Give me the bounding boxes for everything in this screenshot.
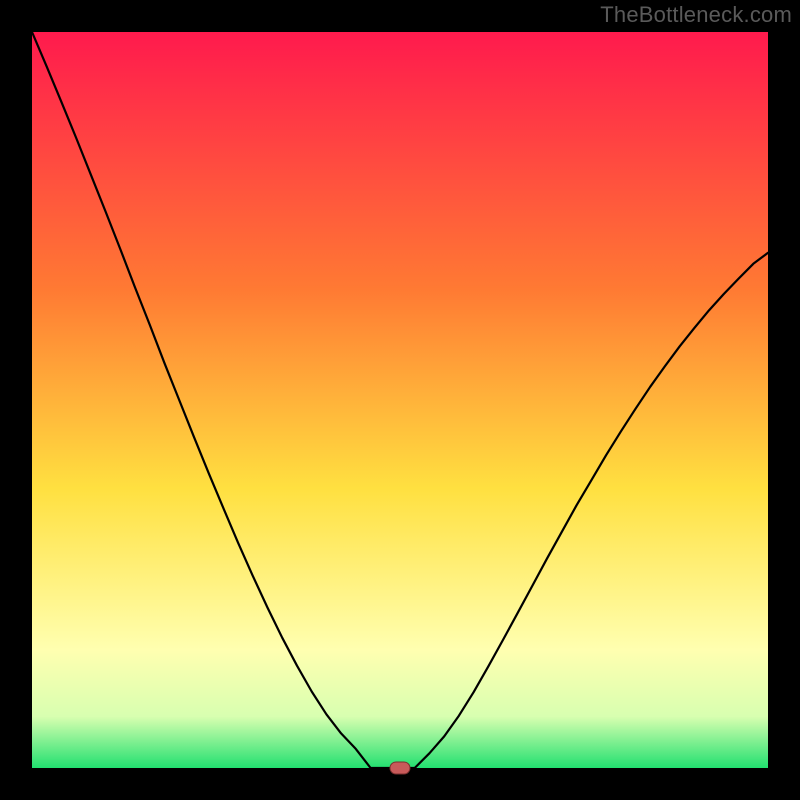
chart-frame: TheBottleneck.com	[0, 0, 800, 800]
watermark-text: TheBottleneck.com	[600, 2, 792, 28]
optimum-marker	[390, 762, 410, 774]
plot-background	[32, 32, 768, 768]
bottleneck-chart	[0, 0, 800, 800]
